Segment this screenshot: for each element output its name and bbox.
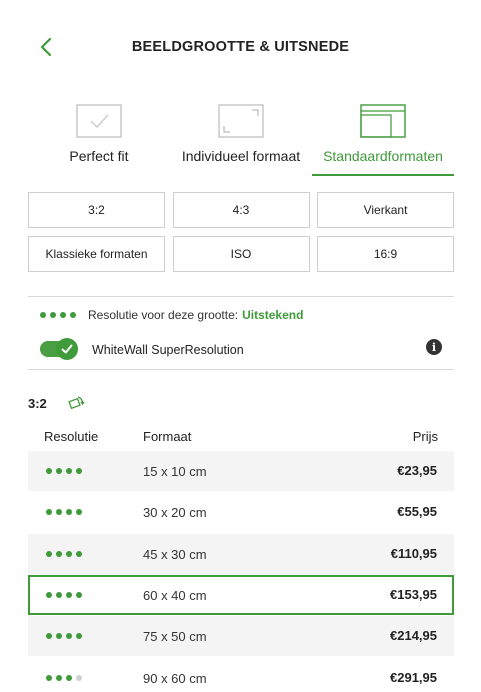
row-price: €153,95: [390, 586, 437, 602]
tab-label: Individueel formaat: [181, 148, 301, 164]
resolution-dot: [56, 468, 62, 474]
rotate-icon[interactable]: [67, 394, 85, 412]
resolution-dot: [46, 550, 52, 557]
superresolution-label: WhiteWall SuperResolution: [92, 343, 244, 357]
resolution-dot: [46, 509, 52, 516]
resolution-dot-empty: [76, 674, 82, 681]
row-price: €23,95: [397, 463, 437, 478]
resolution-dot: [66, 674, 72, 681]
resolution-dots: [46, 674, 82, 681]
superresolution-row: WhiteWall SuperResolution i: [40, 338, 442, 362]
row-price: €110,95: [390, 545, 437, 561]
table-header: Resolutie Formaat Prijs: [28, 429, 454, 447]
resolution-value: Uitstekend: [242, 308, 304, 322]
divider: [28, 369, 454, 370]
resolution-dot: [50, 312, 56, 318]
row-format: 15 x 10 cm: [143, 464, 207, 479]
row-price: €55,95: [397, 504, 437, 520]
checkmark-frame-icon: [76, 104, 122, 138]
header: BEELDGROOTTE & UITSNEDE: [0, 0, 481, 96]
resolution-dot: [46, 633, 52, 640]
page-title: BEELDGROOTTE & UITSNEDE: [131, 39, 350, 55]
row-format: 45 x 30 cm: [143, 546, 207, 562]
row-format: 60 x 40 cm: [143, 587, 207, 603]
format-button-16-9[interactable]: 16:9: [317, 236, 454, 272]
stacked-frames-icon: [360, 104, 406, 138]
resolution-dot: [66, 633, 72, 640]
crop-corners-icon: [218, 104, 264, 138]
format-button-vierkant[interactable]: Vierkant: [317, 192, 454, 228]
table-row-selected[interactable]: 60 x 40 cm €153,95: [28, 574, 454, 615]
info-icon[interactable]: i: [426, 339, 442, 355]
resolution-dot: [76, 509, 82, 516]
format-button-klassieke-formaten[interactable]: Klassieke formaten: [28, 236, 165, 272]
resolution-dots: [46, 633, 82, 640]
divider: [28, 296, 454, 297]
column-header-format: Formaat: [143, 429, 192, 444]
resolution-dot: [56, 550, 62, 557]
table-row[interactable]: 15 x 10 cm €23,95: [28, 451, 454, 491]
table-row[interactable]: 90 x 60 cm €291,95: [28, 658, 454, 692]
resolution-dot: [76, 591, 82, 598]
resolution-dot: [46, 674, 52, 681]
row-price: €291,95: [390, 669, 437, 685]
resolution-dots: [46, 591, 82, 598]
format-button-3-2[interactable]: 3:2: [28, 192, 165, 228]
resolution-dot: [60, 312, 66, 318]
table-row[interactable]: 45 x 30 cm €110,95: [28, 533, 454, 574]
resolution-text: Resolutie voor deze grootte:: [88, 308, 239, 322]
table-row[interactable]: 75 x 50 cm €214,95: [28, 616, 454, 657]
resolution-dots: [46, 550, 82, 557]
resolution-dot: [46, 468, 52, 474]
resolution-dot: [56, 674, 62, 681]
table-row[interactable]: 30 x 20 cm €55,95: [28, 492, 454, 532]
tab-perfect-fit[interactable]: Perfect fit: [28, 96, 170, 176]
resolution-dots: [46, 509, 82, 516]
row-price: €214,95: [390, 628, 437, 644]
resolution-dot: [56, 633, 62, 640]
resolution-dots: [40, 312, 76, 318]
resolution-dot: [70, 312, 76, 318]
tab-label: Standaardformaten: [323, 148, 443, 164]
toggle-knob: [56, 338, 78, 360]
resolution-dot: [76, 550, 82, 557]
row-format: 90 x 60 cm: [143, 670, 207, 686]
superresolution-toggle[interactable]: [40, 338, 78, 360]
resolution-dot: [56, 591, 62, 598]
ratio-label: 3:2: [28, 395, 47, 411]
resolution-dot: [66, 509, 72, 516]
resolution-dots: [46, 468, 82, 474]
resolution-dot: [66, 550, 72, 557]
check-icon: [61, 344, 73, 354]
resolution-dot: [66, 591, 72, 598]
resolution-indicator: Resolutie voor deze grootte: Uitstekend: [40, 307, 303, 323]
column-header-resolution: Resolutie: [44, 429, 99, 444]
resolution-dot: [66, 468, 72, 474]
resolution-dot: [56, 509, 62, 516]
row-format: 30 x 20 cm: [143, 505, 207, 521]
tab-label: Perfect fit: [69, 148, 129, 164]
format-button-4-3[interactable]: 4:3: [172, 192, 310, 228]
tab-individueel-formaat[interactable]: Individueel formaat: [170, 96, 312, 176]
format-button-iso[interactable]: ISO: [172, 236, 310, 272]
tab-standaardformaten[interactable]: Standaardformaten: [312, 96, 454, 176]
resolution-dot: [76, 468, 82, 474]
ratio-row: 3:2: [28, 394, 85, 412]
resolution-dot: [76, 633, 82, 640]
column-header-price: Prijs: [412, 429, 438, 444]
row-format: 75 x 50 cm: [143, 629, 207, 645]
mode-tabs: Perfect fit Individueel formaat Standaar…: [28, 96, 454, 176]
resolution-dot: [40, 312, 46, 318]
resolution-dot: [46, 591, 52, 598]
